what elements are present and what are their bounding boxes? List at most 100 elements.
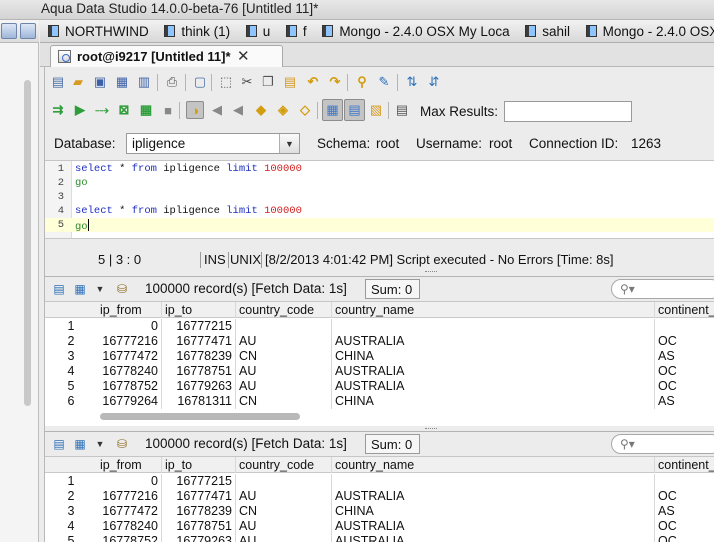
column-header[interactable]: ip_to bbox=[162, 302, 236, 318]
sum-field[interactable]: Sum: 0 bbox=[365, 279, 420, 299]
result-view-icon[interactable]: ▤ bbox=[50, 436, 68, 452]
save-icon[interactable]: ▣ bbox=[91, 73, 109, 91]
table-row[interactable]: 4 16778240 16778751 AU AUSTRALIA OC bbox=[45, 519, 714, 534]
database-icon bbox=[48, 25, 59, 37]
table-row[interactable]: 1 0 16777215 bbox=[45, 319, 714, 334]
sidebar-scrollbar[interactable] bbox=[24, 80, 31, 406]
column-header[interactable]: continent_ bbox=[655, 457, 714, 473]
table-row[interactable]: 1 0 16777215 bbox=[45, 474, 714, 489]
connection-tab-u[interactable]: u bbox=[238, 20, 275, 42]
find-icon[interactable]: ⚲ bbox=[353, 73, 371, 91]
line-number: 3 bbox=[57, 191, 64, 203]
grid-header-row: ip_from ip_to country_code country_name … bbox=[45, 457, 714, 473]
schema-icon[interactable]: ◇ bbox=[296, 101, 314, 119]
chevron-down-icon[interactable]: ▼ bbox=[91, 281, 109, 297]
connection-tab-sahil[interactable]: sahil bbox=[517, 20, 574, 42]
connection-tab-think[interactable]: think (1) bbox=[156, 20, 234, 42]
search-input[interactable]: ⚲▾ bbox=[611, 279, 714, 299]
table-row[interactable]: 5 16778752 16779263 AU AUSTRALIA OC bbox=[45, 534, 714, 542]
line-number: 4 bbox=[57, 205, 64, 217]
execute-statement-icon[interactable]: ⊠ bbox=[115, 101, 133, 119]
sql-keyword: select bbox=[75, 205, 113, 217]
paste-icon[interactable]: ▤ bbox=[281, 73, 299, 91]
column-header[interactable]: country_code bbox=[236, 302, 332, 318]
new-file-icon[interactable]: ▤ bbox=[49, 73, 67, 91]
connection-tab-f[interactable]: f bbox=[278, 20, 311, 42]
pin-results-icon[interactable]: ⛁ bbox=[113, 436, 131, 452]
column-header[interactable]: country_name bbox=[332, 457, 655, 473]
rollback-icon[interactable]: ◀ bbox=[229, 101, 247, 119]
save-all-icon[interactable]: ▥ bbox=[135, 73, 153, 91]
table-row[interactable]: 5 16778752 16779263 AU AUSTRALIA OC bbox=[45, 379, 714, 394]
horizontal-scrollbar[interactable] bbox=[100, 413, 300, 420]
max-results-input[interactable] bbox=[504, 101, 632, 122]
commit-icon[interactable]: ◀ bbox=[208, 101, 226, 119]
table-row[interactable]: 4 16778240 16778751 AU AUSTRALIA OC bbox=[45, 364, 714, 379]
username-label: Username: bbox=[416, 136, 483, 151]
execute-script-icon[interactable]: ▦ bbox=[137, 101, 155, 119]
query-analyzer-icon[interactable]: ◈ bbox=[274, 101, 292, 119]
connection-tab-mongo-osx[interactable]: Mongo - 2.4.0 OSX bbox=[578, 20, 714, 42]
export-results-icon[interactable]: ▦ bbox=[71, 436, 89, 452]
document-tab[interactable]: root@i9217 [Untitled 11]* ✕ bbox=[50, 45, 283, 67]
editor-line: 3 bbox=[45, 190, 714, 204]
chevron-down-icon[interactable]: ▼ bbox=[279, 134, 299, 153]
grid-results-icon[interactable]: ▦ bbox=[322, 99, 343, 121]
table-row[interactable]: 6 16779264 16781311 CN CHINA AS bbox=[45, 394, 714, 409]
search-input[interactable]: ⚲▾ bbox=[611, 434, 714, 454]
editor-results-splitter[interactable] bbox=[425, 271, 437, 274]
document-tab-label: root@i9217 [Untitled 11]* bbox=[77, 49, 231, 64]
sql-editor[interactable]: 1 select * from ipligence limit 100000 2… bbox=[45, 160, 714, 239]
column-header[interactable]: ip_to bbox=[162, 457, 236, 473]
username-value: root bbox=[489, 136, 513, 151]
sidebar-view-button[interactable] bbox=[20, 23, 36, 39]
sidebar-toggle-button[interactable] bbox=[1, 23, 17, 39]
auto-commit-icon[interactable]: ◑ bbox=[186, 101, 204, 119]
execute-all-icon[interactable]: ⇉ bbox=[49, 101, 67, 119]
table-row[interactable]: 2 16777216 16777471 AU AUSTRALIA OC bbox=[45, 489, 714, 504]
column-header[interactable]: ip_from bbox=[97, 457, 162, 473]
table-row[interactable]: 3 16777472 16778239 CN CHINA AS bbox=[45, 504, 714, 519]
column-header[interactable]: country_code bbox=[236, 457, 332, 473]
history-icon[interactable]: ▤ bbox=[393, 101, 411, 119]
explain-plan-icon[interactable]: ◆ bbox=[252, 101, 270, 119]
split-results-icon[interactable]: ▤ bbox=[344, 99, 365, 121]
result-set-1: ▤ ▦ ▼ ⛁ 100000 record(s) [Fetch Data: 1s… bbox=[45, 276, 714, 426]
chevron-down-icon[interactable]: ▼ bbox=[91, 436, 109, 452]
column-header[interactable]: ip_from bbox=[97, 302, 162, 318]
results-grid[interactable]: ip_from ip_to country_code country_name … bbox=[45, 302, 714, 412]
sum-field[interactable]: Sum: 0 bbox=[365, 434, 420, 454]
database-icon bbox=[322, 25, 334, 37]
results-options-icon[interactable]: ▧ bbox=[367, 101, 385, 119]
print-icon[interactable]: ⎙ bbox=[163, 73, 181, 91]
connection-tab-northwind[interactable]: NORTHWIND bbox=[40, 20, 153, 42]
sort-descending-icon[interactable]: ⇵ bbox=[425, 73, 443, 91]
export-results-icon[interactable]: ▦ bbox=[71, 281, 89, 297]
select-icon[interactable]: ⬚ bbox=[217, 73, 235, 91]
open-folder-icon[interactable]: ▰ bbox=[69, 73, 87, 91]
undo-icon[interactable]: ↶ bbox=[304, 73, 322, 91]
execute-icon[interactable]: ▶ bbox=[71, 101, 89, 119]
column-header[interactable]: continent_ bbox=[655, 302, 714, 318]
table-row[interactable]: 3 16777472 16778239 CN CHINA AS bbox=[45, 349, 714, 364]
find-replace-icon[interactable]: ✎ bbox=[375, 73, 393, 91]
close-tab-icon[interactable]: ✕ bbox=[237, 47, 250, 65]
table-row[interactable]: 2 16777216 16777471 AU AUSTRALIA OC bbox=[45, 334, 714, 349]
pin-results-icon[interactable]: ⛁ bbox=[113, 281, 131, 297]
copy-icon[interactable]: ❐ bbox=[259, 73, 277, 91]
column-header[interactable]: country_name bbox=[332, 302, 655, 318]
properties-icon[interactable]: ▢ bbox=[191, 73, 209, 91]
stop-icon[interactable]: ■ bbox=[159, 101, 177, 119]
cut-icon[interactable]: ✂ bbox=[238, 73, 256, 91]
database-label: Database: bbox=[54, 136, 116, 151]
redo-icon[interactable]: ↷ bbox=[326, 73, 344, 91]
result-view-icon[interactable]: ▤ bbox=[50, 281, 68, 297]
record-count: 100000 record(s) [Fetch Data: 1s] bbox=[145, 436, 347, 451]
connection-tab-mongo-local[interactable]: Mongo - 2.4.0 OSX My Loca bbox=[314, 20, 513, 42]
sort-ascending-icon[interactable]: ⇅ bbox=[403, 73, 421, 91]
save-as-icon[interactable]: ▦ bbox=[113, 73, 131, 91]
sql-number: 100000 bbox=[264, 205, 302, 217]
database-select[interactable]: ipligence ▼ bbox=[126, 133, 300, 154]
results-grid[interactable]: ip_from ip_to country_code country_name … bbox=[45, 457, 714, 542]
execute-selection-icon[interactable]: ⤏ bbox=[93, 101, 111, 119]
